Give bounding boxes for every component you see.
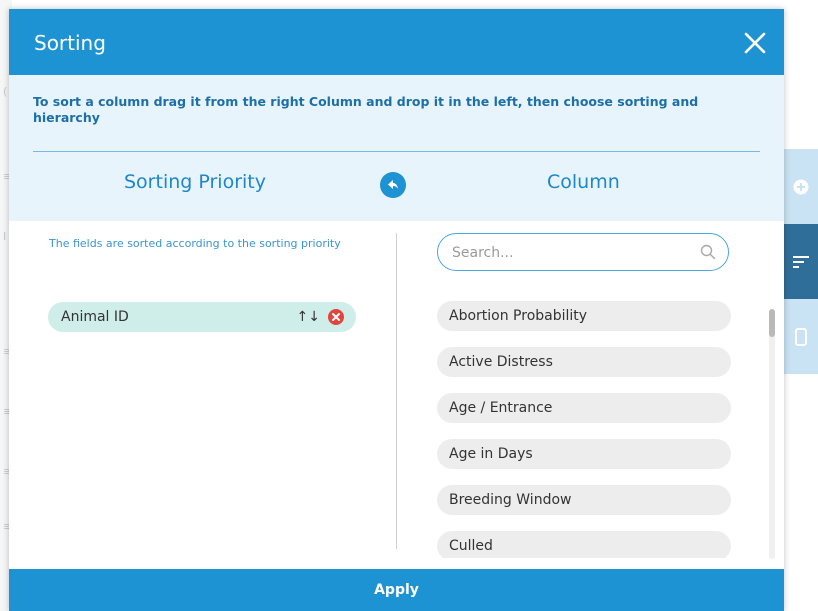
background-glyph: I: [3, 230, 7, 243]
sorted-field-chip[interactable]: Animal ID ↑↓: [48, 302, 356, 332]
column-scrollbar-thumb[interactable]: [769, 309, 775, 337]
column-item-label: Age in Days: [449, 446, 533, 462]
move-back-button[interactable]: [380, 172, 406, 198]
column-item[interactable]: Age in Days: [437, 439, 731, 469]
column-item[interactable]: Age / Entrance: [437, 393, 731, 423]
column-item-label: Abortion Probability: [449, 308, 588, 324]
column-title: Column: [547, 171, 620, 193]
side-toolbar: [784, 149, 818, 374]
column-item[interactable]: Active Distress: [437, 347, 731, 377]
dialog-header: Sorting: [9, 9, 784, 75]
mobile-toolbar-button[interactable]: [784, 299, 818, 374]
dialog-title: Sorting: [34, 31, 106, 55]
column-scroll-track[interactable]: [769, 309, 775, 559]
apply-button[interactable]: Apply: [9, 569, 784, 611]
add-toolbar-button[interactable]: [784, 149, 818, 224]
sort-direction-icon[interactable]: ↑↓: [297, 309, 320, 325]
search-input[interactable]: [450, 242, 694, 264]
column-pane: Abortion Probability Active Distress Age…: [397, 221, 784, 569]
sorting-dialog: Sorting To sort a column drag it from th…: [9, 9, 784, 611]
column-item-label: Active Distress: [449, 354, 553, 370]
column-item[interactable]: Breeding Window: [437, 485, 731, 515]
sort-toolbar-button[interactable]: [784, 224, 818, 299]
sorting-priority-pane: The fields are sorted according to the s…: [9, 221, 396, 569]
add-icon: [793, 179, 809, 194]
close-icon[interactable]: [742, 30, 768, 56]
header-divider: [33, 151, 760, 152]
background-glyph: (: [3, 85, 8, 98]
sorting-hint: The fields are sorted according to the s…: [49, 237, 341, 250]
arrow-left-icon: [388, 180, 398, 189]
instructions-text: To sort a column drag it from the right …: [33, 94, 699, 125]
column-item-label: Age / Entrance: [449, 400, 553, 416]
column-item[interactable]: Culled: [437, 531, 731, 558]
sort-icon: [793, 255, 809, 268]
remove-x-glyph: [332, 313, 340, 321]
remove-icon[interactable]: [328, 309, 344, 325]
sorting-priority-title: Sorting Priority: [124, 171, 266, 193]
search-box: [437, 233, 729, 271]
column-list: Abortion Probability Active Distress Age…: [437, 301, 737, 558]
column-item-label: Culled: [449, 538, 493, 554]
mobile-icon: [795, 327, 807, 346]
sorted-field-label: Animal ID: [61, 309, 129, 325]
column-item[interactable]: Abortion Probability: [437, 301, 731, 331]
column-item-label: Breeding Window: [449, 492, 572, 508]
search-icon[interactable]: [700, 244, 716, 260]
